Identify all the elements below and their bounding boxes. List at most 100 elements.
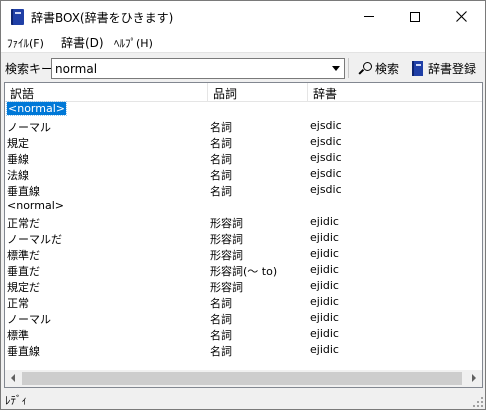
translation-cell: 垂直線: [7, 185, 40, 198]
dictionary-cell: ejsdic: [310, 135, 342, 148]
list-item[interactable]: 垂線 名詞 ejsdic: [5, 150, 482, 166]
horizontal-scrollbar[interactable]: [5, 370, 482, 387]
translation-cell: <normal>: [7, 199, 64, 212]
status-bar: ﾚﾃﾞｨ: [1, 389, 485, 409]
dictionary-cell: ejsdic: [310, 119, 342, 132]
pos-cell: 形容詞: [210, 233, 243, 246]
combo-dropdown-button[interactable]: [327, 59, 344, 78]
list-item[interactable]: 標準 名詞 ejidic: [5, 326, 482, 342]
pos-cell: 名詞: [210, 345, 232, 358]
translation-cell: 正常: [7, 297, 29, 310]
close-button[interactable]: [438, 1, 484, 32]
window-title: 辞書BOX(辞書をひきます): [31, 11, 174, 25]
list-item[interactable]: ノーマル 名詞 ejidic: [5, 310, 482, 326]
pos-cell: 形容詞: [210, 217, 243, 230]
status-text: ﾚﾃﾞｨ: [5, 394, 27, 407]
chevron-down-icon: [331, 66, 340, 71]
toolbar: 検索キー 検索 辞書登録: [1, 52, 485, 81]
translation-cell: 垂直だ: [7, 265, 40, 278]
book-app-icon: [11, 9, 24, 25]
scroll-left-icon[interactable]: [11, 374, 15, 382]
search-key-label: 検索キー: [5, 62, 54, 76]
list-item[interactable]: 垂直線 名詞 ejsdic: [5, 182, 482, 198]
list-item[interactable]: ノーマルだ 形容詞 ejidic: [5, 230, 482, 246]
column-divider[interactable]: [207, 83, 208, 102]
maximize-button[interactable]: [392, 1, 438, 32]
pos-cell: 形容詞: [210, 249, 243, 262]
translation-cell: 規定: [7, 137, 29, 150]
translation-cell: 規定だ: [7, 281, 40, 294]
list-item[interactable]: <normal>: [5, 198, 482, 214]
resize-grip-icon[interactable]: [473, 397, 483, 407]
list-rows: <normal> ノーマル 名詞 ejsdic 規定 名詞 ejsdic 垂線 名詞 ejsdic…: [5, 101, 482, 358]
translation-cell: 正常だ: [7, 217, 40, 230]
list-item[interactable]: 法線 名詞 ejsdic: [5, 166, 482, 182]
list-header: 訳語 品詞 辞書: [5, 83, 482, 102]
translation-cell: 法線: [7, 169, 29, 182]
dictionary-cell: ejsdic: [310, 151, 342, 164]
list-item[interactable]: 規定だ 形容詞 ejidic: [5, 278, 482, 294]
column-divider[interactable]: [307, 83, 308, 102]
scroll-right-icon[interactable]: [472, 374, 476, 382]
pos-cell: 形容詞(〜 to): [210, 265, 278, 278]
title-bar[interactable]: 辞書BOX(辞書をひきます): [1, 1, 485, 32]
list-item[interactable]: 標準だ 形容詞 ejidic: [5, 246, 482, 262]
dictionary-cell: ejsdic: [310, 183, 342, 196]
book-icon: [412, 61, 423, 76]
translation-cell: 垂直線: [7, 345, 40, 358]
pos-cell: 名詞: [210, 121, 232, 134]
register-button-label: 辞書登録: [428, 62, 477, 76]
minimize-icon: [364, 16, 374, 17]
translation-cell: ノーマル: [7, 121, 51, 134]
dictionary-cell: ejidic: [310, 215, 339, 228]
dictionary-cell: ejidic: [310, 311, 339, 324]
menu-dictionary[interactable]: 辞書(D): [61, 34, 104, 51]
list-item[interactable]: 垂直線 名詞 ejidic: [5, 342, 482, 358]
translation-cell: 標準: [7, 329, 29, 342]
translation-cell: <normal>: [6, 101, 67, 116]
close-icon: [455, 11, 467, 22]
pos-cell: 名詞: [210, 329, 232, 342]
dictionary-cell: ejsdic: [310, 167, 342, 180]
toolbar-separator: [348, 58, 349, 78]
search-button-label: 検索: [375, 62, 400, 76]
scrollbar-thumb[interactable]: [22, 372, 462, 385]
results-list[interactable]: 訳語 品詞 辞書 <normal> ノーマル 名詞 ejsdic 規定 名詞 ejsdic 垂…: [4, 82, 483, 388]
search-input[interactable]: [52, 59, 326, 78]
column-header-translation[interactable]: 訳語: [10, 85, 34, 102]
main-window: 辞書BOX(辞書をひきます) ﾌｧｲﾙ(F) 辞書(D) ﾍﾙﾌﾟ(H) 検索キ…: [0, 0, 486, 410]
list-item[interactable]: 正常 名詞 ejidic: [5, 294, 482, 310]
menu-help[interactable]: ﾍﾙﾌﾟ(H): [114, 35, 153, 51]
dictionary-cell: ejidic: [310, 343, 339, 356]
pos-cell: 名詞: [210, 313, 232, 326]
dictionary-cell: ejidic: [310, 247, 339, 260]
search-combobox[interactable]: [51, 58, 345, 79]
list-item[interactable]: 規定 名詞 ejsdic: [5, 134, 482, 150]
translation-cell: ノーマルだ: [7, 233, 62, 246]
menu-bar: ﾌｧｲﾙ(F) 辞書(D) ﾍﾙﾌﾟ(H): [1, 32, 485, 52]
list-item[interactable]: ノーマル 名詞 ejsdic: [5, 118, 482, 134]
dictionary-cell: ejidic: [310, 263, 339, 276]
pos-cell: 形容詞: [210, 281, 243, 294]
list-item[interactable]: <normal>: [5, 101, 482, 118]
dictionary-cell: ejidic: [310, 231, 339, 244]
column-header-dictionary[interactable]: 辞書: [313, 85, 337, 102]
minimize-button[interactable]: [346, 1, 392, 32]
list-item[interactable]: 垂直だ 形容詞(〜 to) ejidic: [5, 262, 482, 278]
pos-cell: 名詞: [210, 185, 232, 198]
pos-cell: 名詞: [210, 169, 232, 182]
translation-cell: ノーマル: [7, 313, 51, 326]
search-icon: [358, 61, 372, 76]
pos-cell: 名詞: [210, 297, 232, 310]
pos-cell: 名詞: [210, 153, 232, 166]
translation-cell: 標準だ: [7, 249, 40, 262]
column-header-pos[interactable]: 品詞: [213, 85, 237, 102]
maximize-icon: [410, 11, 420, 22]
dictionary-cell: ejidic: [310, 327, 339, 340]
register-dictionary-button[interactable]: 辞書登録: [409, 58, 479, 79]
search-button[interactable]: 検索: [355, 58, 402, 79]
list-item[interactable]: 正常だ 形容詞 ejidic: [5, 214, 482, 230]
dictionary-cell: ejidic: [310, 295, 339, 308]
menu-file[interactable]: ﾌｧｲﾙ(F): [7, 35, 44, 51]
translation-cell: 垂線: [7, 153, 29, 166]
